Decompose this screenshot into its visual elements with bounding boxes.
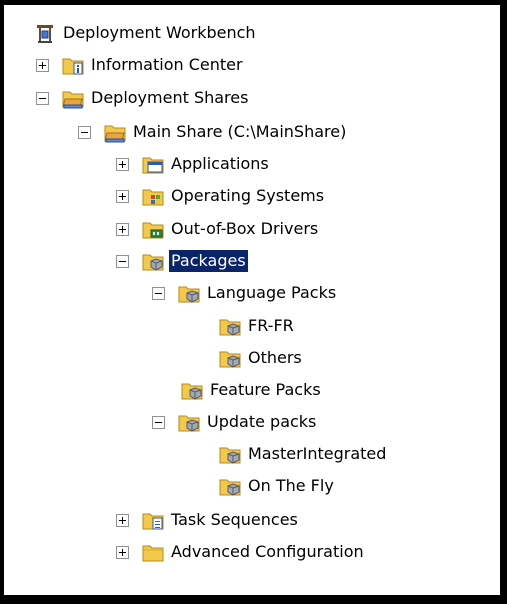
tree-item-update-packs[interactable]: Update packs [152, 410, 318, 434]
tree-panel-frame: Deployment Workbench Information Center … [0, 0, 507, 604]
workbench-icon [37, 25, 53, 43]
tree-item-operating-systems[interactable]: Operating Systems [116, 184, 326, 208]
collapse-minus-icon[interactable] [152, 286, 165, 300]
folder-tasks-icon [142, 513, 164, 530]
tree-item-main-share[interactable]: Main Share (C:\MainShare) [78, 120, 348, 144]
tree-item-label: Task Sequences [171, 510, 298, 529]
tree-item-packages[interactable]: Packages [116, 249, 248, 273]
collapse-minus-icon[interactable] [152, 415, 165, 429]
tree-item-label: Applications [171, 154, 269, 173]
folder-package-icon [219, 351, 241, 368]
tree-item-deployment-shares[interactable]: Deployment Shares [36, 86, 250, 110]
tree-item-label: Advanced Configuration [171, 542, 364, 561]
folder-package-icon [142, 254, 164, 271]
expand-plus-icon[interactable] [116, 513, 129, 527]
tree-item-others[interactable]: Others [219, 346, 304, 370]
tree-item-applications[interactable]: Applications [116, 152, 271, 176]
tree-item-label: Information Center [91, 55, 243, 74]
expand-plus-icon[interactable] [116, 545, 129, 559]
expand-plus-icon[interactable] [36, 58, 49, 72]
collapse-minus-icon[interactable] [36, 91, 49, 105]
folder-package-icon [178, 286, 200, 303]
tree-item-label: Feature Packs [210, 380, 321, 399]
folder-info-icon [62, 58, 84, 75]
tree-item-information-center[interactable]: Information Center [36, 53, 245, 77]
folder-package-icon [219, 319, 241, 336]
tree-item-advanced-configuration[interactable]: Advanced Configuration [116, 540, 366, 564]
folder-package-icon [181, 383, 203, 400]
tree-item-label: FR-FR [248, 316, 294, 335]
tree-item-drivers[interactable]: Out-of-Box Drivers [116, 217, 320, 241]
tree-item-label: Deployment Shares [91, 88, 249, 107]
tree-item-label: Others [248, 348, 302, 367]
tree-item-feature-packs[interactable]: Feature Packs [181, 378, 323, 402]
tree-item-label: Update packs [207, 412, 317, 431]
tree-item-label: MasterIntegrated [248, 444, 387, 463]
folder-apps-icon [142, 157, 164, 174]
tree-item-fr-fr[interactable]: FR-FR [219, 314, 296, 338]
collapse-minus-icon[interactable] [116, 254, 129, 268]
folder-package-icon [219, 447, 241, 464]
tree-item-label: Operating Systems [171, 186, 325, 205]
tree-item-label: Packages [169, 250, 248, 272]
expand-plus-icon[interactable] [116, 222, 129, 236]
expand-plus-icon[interactable] [116, 157, 129, 171]
folder-package-icon [219, 479, 241, 496]
folder-share-icon [104, 125, 126, 143]
tree-item-language-packs[interactable]: Language Packs [152, 281, 338, 305]
tree-item-master-integrated[interactable]: MasterIntegrated [219, 442, 388, 466]
folder-os-icon [142, 189, 164, 206]
folder-share-icon [62, 91, 84, 109]
tree-item-task-sequences[interactable]: Task Sequences [116, 508, 300, 532]
tree-item-label: Language Packs [207, 283, 337, 302]
expand-plus-icon[interactable] [116, 189, 129, 203]
collapse-minus-icon[interactable] [78, 125, 91, 139]
tree-item-on-the-fly[interactable]: On The Fly [219, 474, 336, 498]
deployment-tree: Deployment Workbench Information Center … [4, 5, 500, 595]
tree-item-label: Deployment Workbench [63, 23, 256, 42]
folder-package-icon [178, 415, 200, 432]
tree-item-label: Out-of-Box Drivers [171, 219, 319, 238]
folder-drivers-icon [142, 222, 164, 239]
folder-icon [142, 545, 164, 562]
tree-item-deployment-workbench[interactable]: Deployment Workbench [34, 21, 258, 45]
tree-item-label: Main Share (C:\MainShare) [133, 122, 347, 141]
tree-item-label: On The Fly [248, 476, 334, 495]
